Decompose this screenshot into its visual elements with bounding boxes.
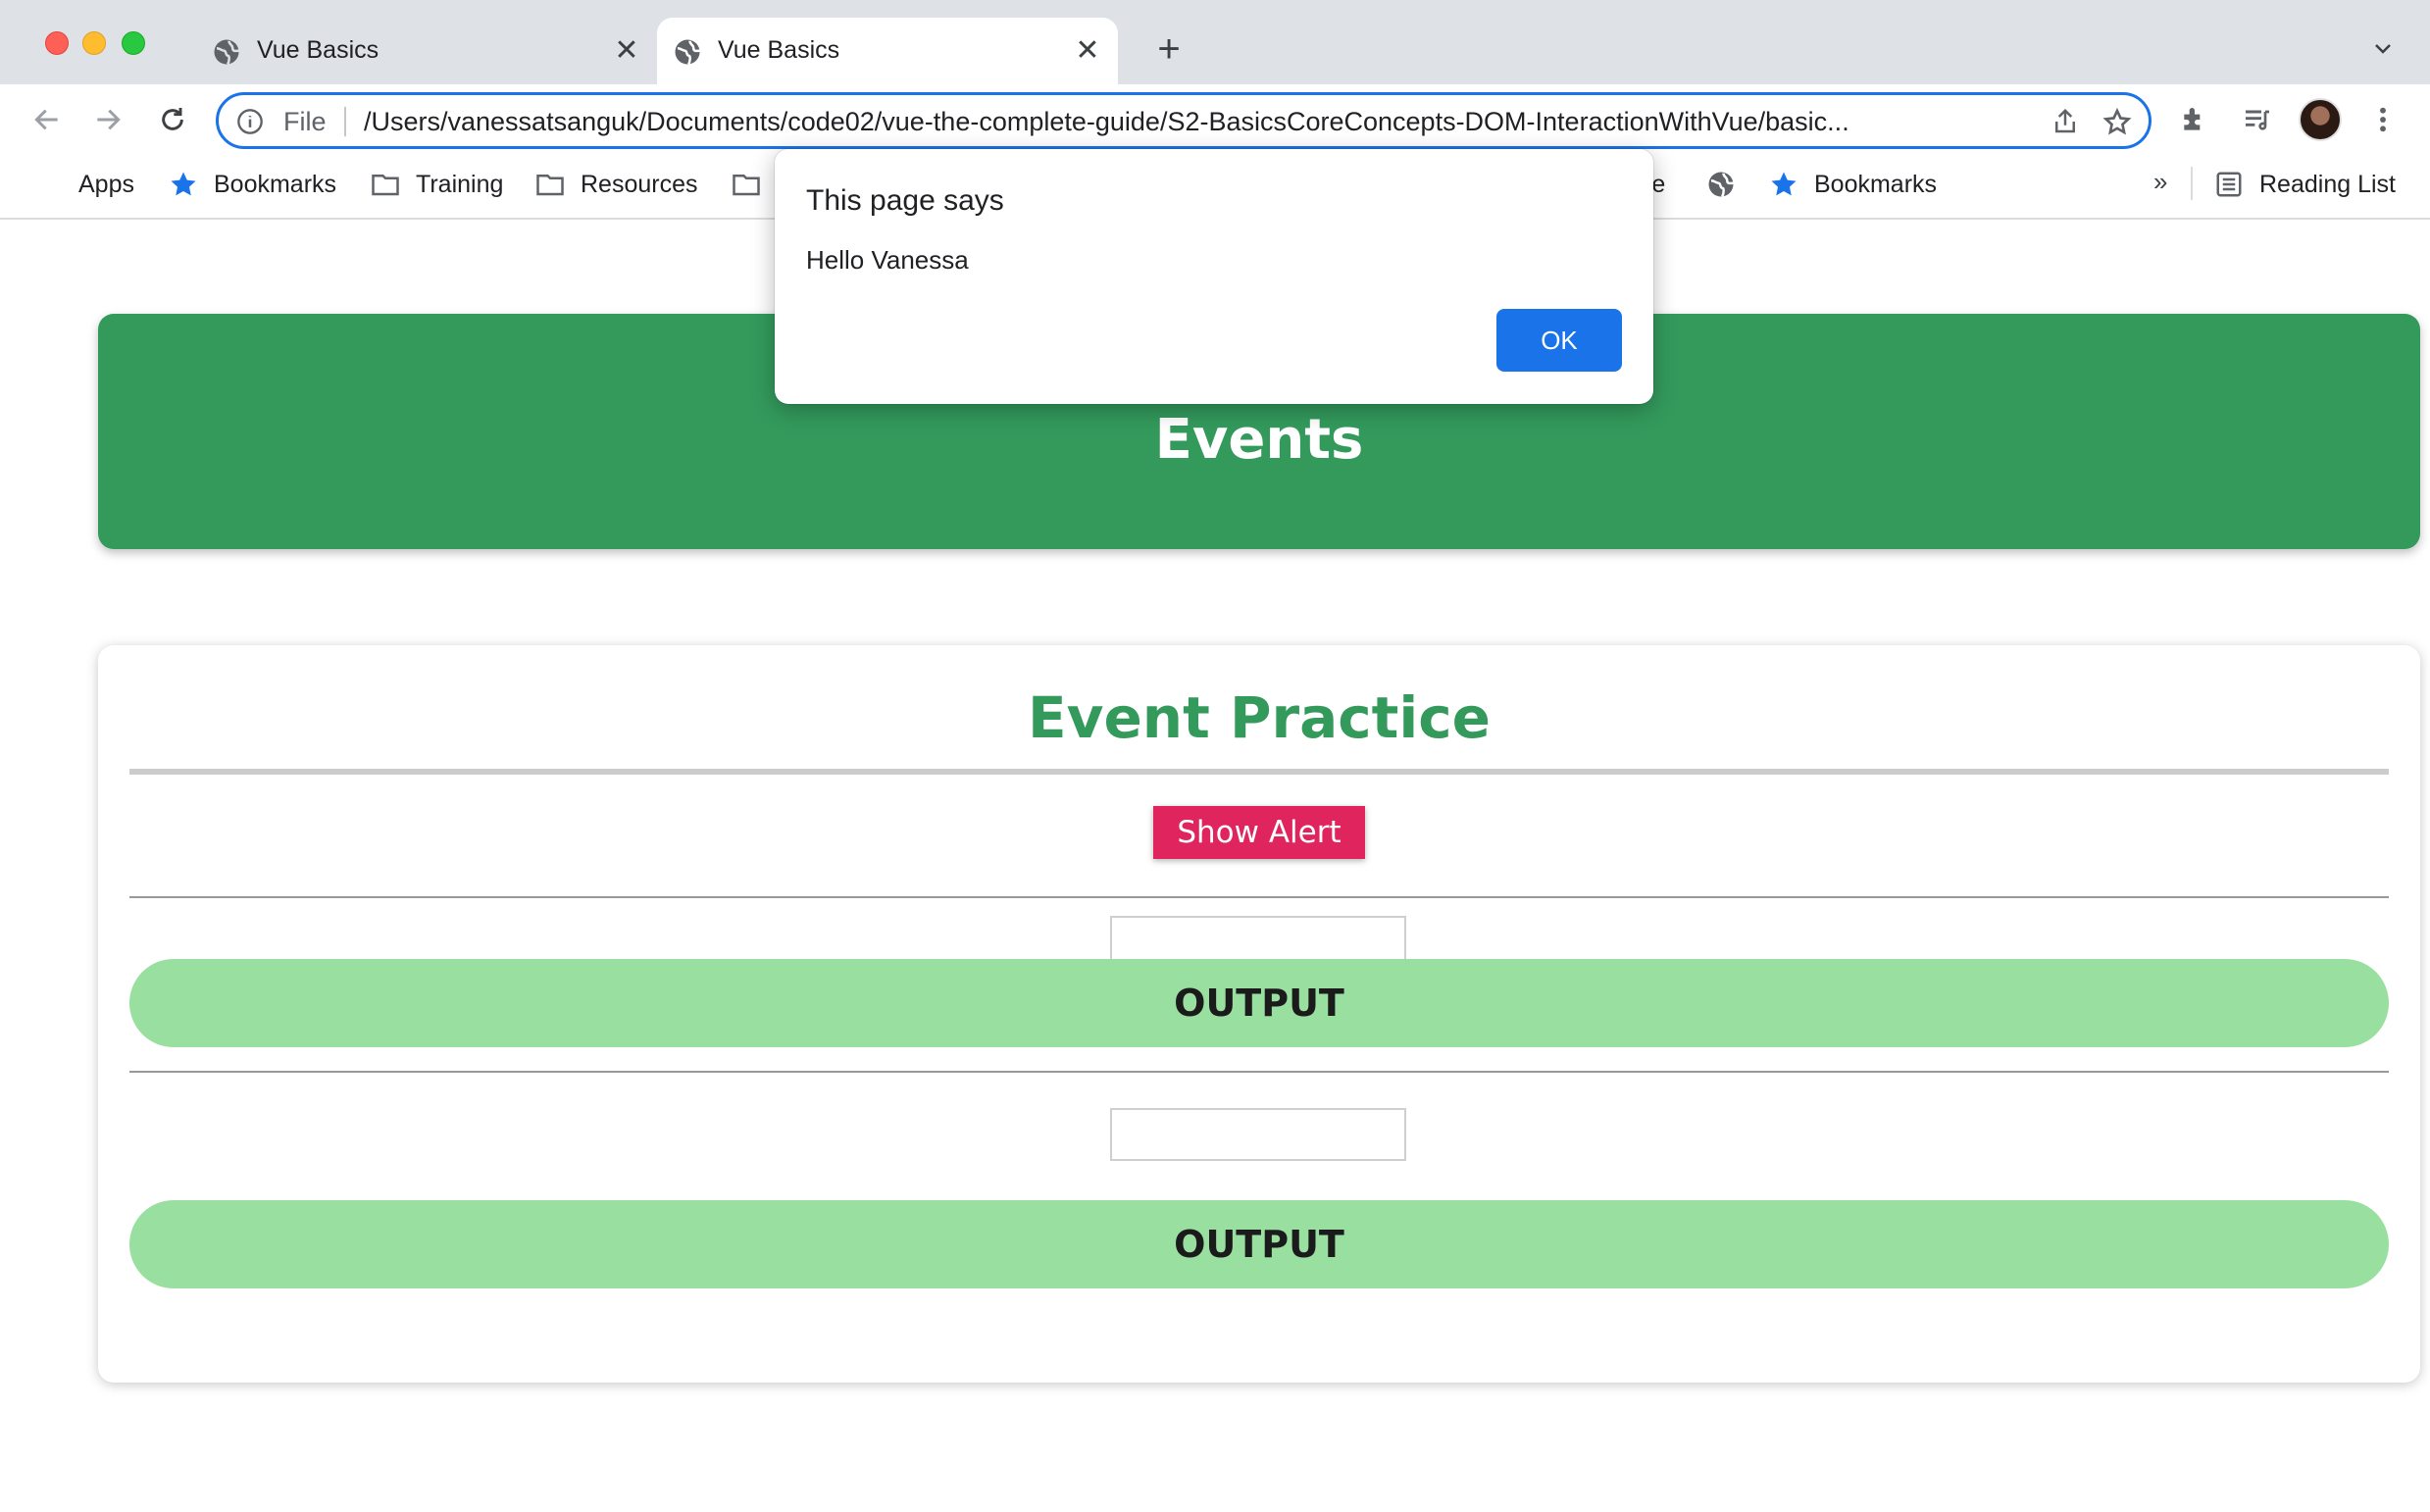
title-divider xyxy=(129,769,2389,775)
bookmark-label: Bookmarks xyxy=(214,170,337,198)
media-queue-icon[interactable] xyxy=(2238,100,2277,139)
new-tab-button[interactable]: + xyxy=(1149,27,1189,71)
bookmark-globe[interactable] xyxy=(1706,165,1751,204)
tab-vue-basics-1[interactable]: Vue Basics ✕ xyxy=(196,18,657,84)
reading-list-button[interactable]: Reading List xyxy=(2214,165,2396,204)
divider-1 xyxy=(129,896,2389,898)
url-text[interactable]: /Users/vanessatsanguk/Documents/code02/v… xyxy=(364,107,2021,137)
output-box-1: OUTPUT xyxy=(129,959,2389,1047)
bookmark-label: Apps xyxy=(78,170,134,198)
star-icon xyxy=(171,172,196,196)
omnibox-divider xyxy=(344,107,346,136)
output-box-2: OUTPUT xyxy=(129,1200,2389,1288)
bookmark-folder-training[interactable]: Training xyxy=(371,165,503,204)
page-content: Events Event Practice Show Alert OUTPUT … xyxy=(0,220,2430,1512)
extensions-puzzle-icon[interactable] xyxy=(2175,100,2214,139)
dialog-message: Hello Vanessa xyxy=(806,245,969,275)
minimize-window-button[interactable] xyxy=(82,31,106,55)
back-arrow-icon[interactable] xyxy=(27,100,67,139)
browser-window: Vue Basics ✕ Vue Basics ✕ + File /Users/… xyxy=(0,0,2430,1512)
reading-list-label: Reading List xyxy=(2259,170,2396,198)
page-title: Events xyxy=(1154,407,1364,472)
bookmark-apps[interactable]: Apps xyxy=(33,165,134,204)
globe-icon xyxy=(675,39,700,66)
tab-search-chevron-down-icon[interactable] xyxy=(2363,29,2403,69)
bookmark-star-icon[interactable] xyxy=(2101,107,2133,138)
divider-2 xyxy=(129,1071,2389,1073)
bookmark-bookmarks-2[interactable]: Bookmarks xyxy=(1769,165,1937,204)
reading-list-icon xyxy=(2216,172,2242,197)
close-window-button[interactable] xyxy=(45,31,69,55)
address-bar[interactable]: File /Users/vanessatsanguk/Documents/cod… xyxy=(216,92,2152,149)
bookmark-label: Resources xyxy=(581,170,698,198)
browser-toolbar: File /Users/vanessatsanguk/Documents/cod… xyxy=(0,84,2430,155)
show-alert-button[interactable]: Show Alert xyxy=(1153,806,1365,859)
dialog-title: This page says xyxy=(806,184,1004,217)
folder-icon xyxy=(372,175,399,196)
bookmark-label: Bookmarks xyxy=(1814,170,1938,198)
close-tab-icon[interactable]: ✕ xyxy=(610,33,643,67)
tab-title: Vue Basics xyxy=(718,36,840,64)
reload-icon[interactable] xyxy=(153,100,192,139)
url-scheme-label: File xyxy=(283,107,327,136)
bookmark-folder-partial[interactable] xyxy=(732,165,777,204)
tab-title: Vue Basics xyxy=(257,36,380,64)
folder-icon xyxy=(733,175,760,196)
profile-avatar[interactable] xyxy=(2299,98,2342,141)
bookmarks-divider xyxy=(2191,167,2193,200)
bookmark-label: Training xyxy=(416,170,504,198)
event-practice-card: Event Practice Show Alert OUTPUT OUTPUT xyxy=(98,645,2420,1383)
folder-icon xyxy=(536,175,564,196)
tab-strip: Vue Basics ✕ Vue Basics ✕ + xyxy=(0,0,2430,84)
zoom-window-button[interactable] xyxy=(122,31,145,55)
text-input-2[interactable] xyxy=(1110,1108,1406,1161)
section-title: Event Practice xyxy=(1028,684,1491,751)
globe-icon xyxy=(1708,172,1734,198)
bookmarks-overflow-button[interactable]: » xyxy=(2153,167,2167,197)
forward-arrow-icon[interactable] xyxy=(88,100,127,139)
tab-vue-basics-2[interactable]: Vue Basics ✕ xyxy=(657,18,1118,84)
bookmark-bookmarks[interactable]: Bookmarks xyxy=(169,165,336,204)
apps-grid-icon xyxy=(33,170,63,199)
ok-button[interactable]: OK xyxy=(1496,309,1622,372)
share-icon[interactable] xyxy=(2050,107,2080,136)
close-tab-icon[interactable]: ✕ xyxy=(1071,33,1104,67)
star-icon xyxy=(1771,172,1797,196)
alert-dialog: This page says Hello Vanessa OK xyxy=(775,149,1653,404)
bookmark-folder-resources[interactable]: Resources xyxy=(535,165,698,204)
info-icon[interactable] xyxy=(236,108,264,135)
more-menu-icon[interactable] xyxy=(2363,100,2403,139)
globe-icon xyxy=(214,39,239,66)
